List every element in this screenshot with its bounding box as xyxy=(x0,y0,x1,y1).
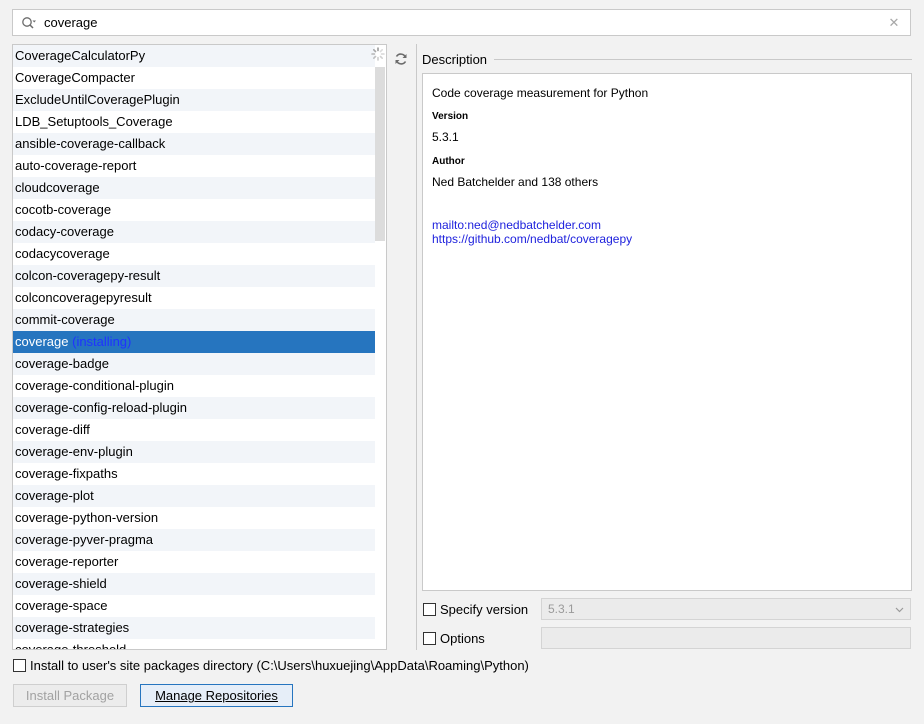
author-label: Author xyxy=(432,156,465,167)
package-row[interactable]: ExcludeUntilCoveragePlugin xyxy=(13,89,375,111)
scrollbar-thumb[interactable] xyxy=(375,67,385,241)
search-bar[interactable]: ✕ xyxy=(12,9,911,36)
package-name: coverage-diff xyxy=(15,422,90,437)
site-packages-checkbox[interactable] xyxy=(13,658,26,672)
package-name: auto-coverage-report xyxy=(15,158,137,173)
author-value: Ned Batchelder and 138 others xyxy=(432,175,599,189)
package-row[interactable]: codacycoverage xyxy=(13,243,375,265)
version-select-value: 5.3.1 xyxy=(548,602,575,616)
package-name: LDB_Setuptools_Coverage xyxy=(15,114,173,129)
package-row[interactable]: coverage-fixpaths xyxy=(13,463,375,485)
clear-search-icon[interactable]: ✕ xyxy=(884,15,904,31)
package-name: CoverageCompacter xyxy=(15,70,135,85)
package-row[interactable]: coverage-pyver-pragma xyxy=(13,529,375,551)
package-row[interactable]: coverage-config-reload-plugin xyxy=(13,397,375,419)
package-row[interactable]: codacy-coverage xyxy=(13,221,375,243)
package-row[interactable]: coverage-shield xyxy=(13,573,375,595)
package-row[interactable]: coverage-env-plugin xyxy=(13,441,375,463)
package-row[interactable]: cloudcoverage xyxy=(13,177,375,199)
package-status: (installing) xyxy=(72,334,132,349)
install-package-button[interactable]: Install Package xyxy=(13,684,127,707)
package-name: CoverageCalculatorPy xyxy=(15,48,146,63)
package-name: colconcoveragepyresult xyxy=(15,290,152,305)
package-row[interactable]: coverage-badge xyxy=(13,353,375,375)
package-row[interactable]: coverage-plot xyxy=(13,485,375,507)
package-name: coverage-plot xyxy=(15,488,94,503)
options-checkbox[interactable] xyxy=(423,631,436,645)
version-value: 5.3.1 xyxy=(432,130,459,144)
package-name: coverage-fixpaths xyxy=(15,466,118,481)
package-row[interactable]: commit-coverage xyxy=(13,309,375,331)
homepage-link[interactable]: https://github.com/nedbat/coveragepy xyxy=(432,232,902,246)
description-title: Description xyxy=(422,51,488,67)
package-name: cocotb-coverage xyxy=(15,202,112,217)
chevron-down-icon xyxy=(895,602,904,616)
package-row[interactable]: coverage-reporter xyxy=(13,551,375,573)
package-name: ExcludeUntilCoveragePlugin xyxy=(15,92,180,107)
package-summary: Code coverage measurement for Python xyxy=(432,86,649,100)
specify-version-label: Specify version xyxy=(440,601,529,617)
description-header: Description xyxy=(422,51,912,67)
package-name: coverage-threshold xyxy=(15,642,127,650)
email-link[interactable]: mailto:ned@nedbatchelder.com xyxy=(432,218,902,232)
package-row[interactable]: auto-coverage-report xyxy=(13,155,375,177)
specify-version-row: Specify version 5.3.1 xyxy=(423,598,911,620)
package-name: commit-coverage xyxy=(15,312,115,327)
package-name: coverage-config-reload-plugin xyxy=(15,400,187,415)
package-name: ansible-coverage-callback xyxy=(15,136,166,151)
version-select[interactable]: 5.3.1 xyxy=(541,598,911,620)
list-toolbar xyxy=(389,44,413,650)
package-name: codacycoverage xyxy=(15,246,110,261)
package-name: coverage-space xyxy=(15,598,108,613)
package-row[interactable]: cocotb-coverage xyxy=(13,199,375,221)
package-name: coverage-badge xyxy=(15,356,109,371)
package-row[interactable]: colconcoveragepyresult xyxy=(13,287,375,309)
manage-repositories-button[interactable]: Manage Repositories xyxy=(140,684,293,707)
package-name: coverage xyxy=(15,334,69,349)
package-row[interactable]: coverage-strategies xyxy=(13,617,375,639)
package-name: coverage-env-plugin xyxy=(15,444,133,459)
package-name: coverage-shield xyxy=(15,576,107,591)
refresh-icon[interactable] xyxy=(391,49,411,69)
options-input[interactable] xyxy=(541,627,911,649)
version-label: Version xyxy=(432,111,469,122)
package-row[interactable]: colcon-coveragepy-result xyxy=(13,265,375,287)
links-group: mailto:ned@nedbatchelder.com https://git… xyxy=(432,218,902,246)
package-name: coverage-strategies xyxy=(15,620,130,635)
package-name: coverage-reporter xyxy=(15,554,119,569)
package-row[interactable]: CoverageCompacter xyxy=(13,67,375,89)
manage-repositories-label: Manage Repositories xyxy=(155,688,278,703)
package-row[interactable]: coverage-python-version xyxy=(13,507,375,529)
search-icon[interactable] xyxy=(18,12,40,34)
options-row: Options xyxy=(423,627,911,649)
package-row[interactable]: coverage-space xyxy=(13,595,375,617)
search-input[interactable] xyxy=(40,15,884,30)
options-label: Options xyxy=(440,630,485,646)
package-name: coverage-python-version xyxy=(15,510,159,525)
package-row[interactable]: ansible-coverage-callback xyxy=(13,133,375,155)
package-row[interactable]: coverage (installing) xyxy=(13,331,375,353)
package-row[interactable]: CoverageCalculatorPy xyxy=(13,45,375,67)
package-row[interactable]: coverage-conditional-plugin xyxy=(13,375,375,397)
package-row[interactable]: LDB_Setuptools_Coverage xyxy=(13,111,375,133)
package-name: coverage-conditional-plugin xyxy=(15,378,174,393)
package-list[interactable]: CoverageCalculatorPy CoverageCompacter Exc… xyxy=(12,44,387,650)
package-name: coverage-pyver-pragma xyxy=(15,532,154,547)
split-divider[interactable] xyxy=(416,44,417,650)
package-row[interactable]: coverage-diff xyxy=(13,419,375,441)
specify-version-checkbox[interactable] xyxy=(423,602,436,616)
description-panel: Code coverage measurement for Python Ver… xyxy=(422,73,912,591)
package-name: cloudcoverage xyxy=(15,180,100,195)
header-rule xyxy=(494,58,912,60)
site-packages-label: Install to user's site packages director… xyxy=(30,657,529,673)
loading-spinner-icon xyxy=(371,47,385,61)
package-row[interactable]: coverage-threshold xyxy=(13,639,375,650)
package-name: colcon-coveragepy-result xyxy=(15,268,161,283)
package-name: codacy-coverage xyxy=(15,224,114,239)
site-packages-row: Install to user's site packages director… xyxy=(13,656,529,674)
